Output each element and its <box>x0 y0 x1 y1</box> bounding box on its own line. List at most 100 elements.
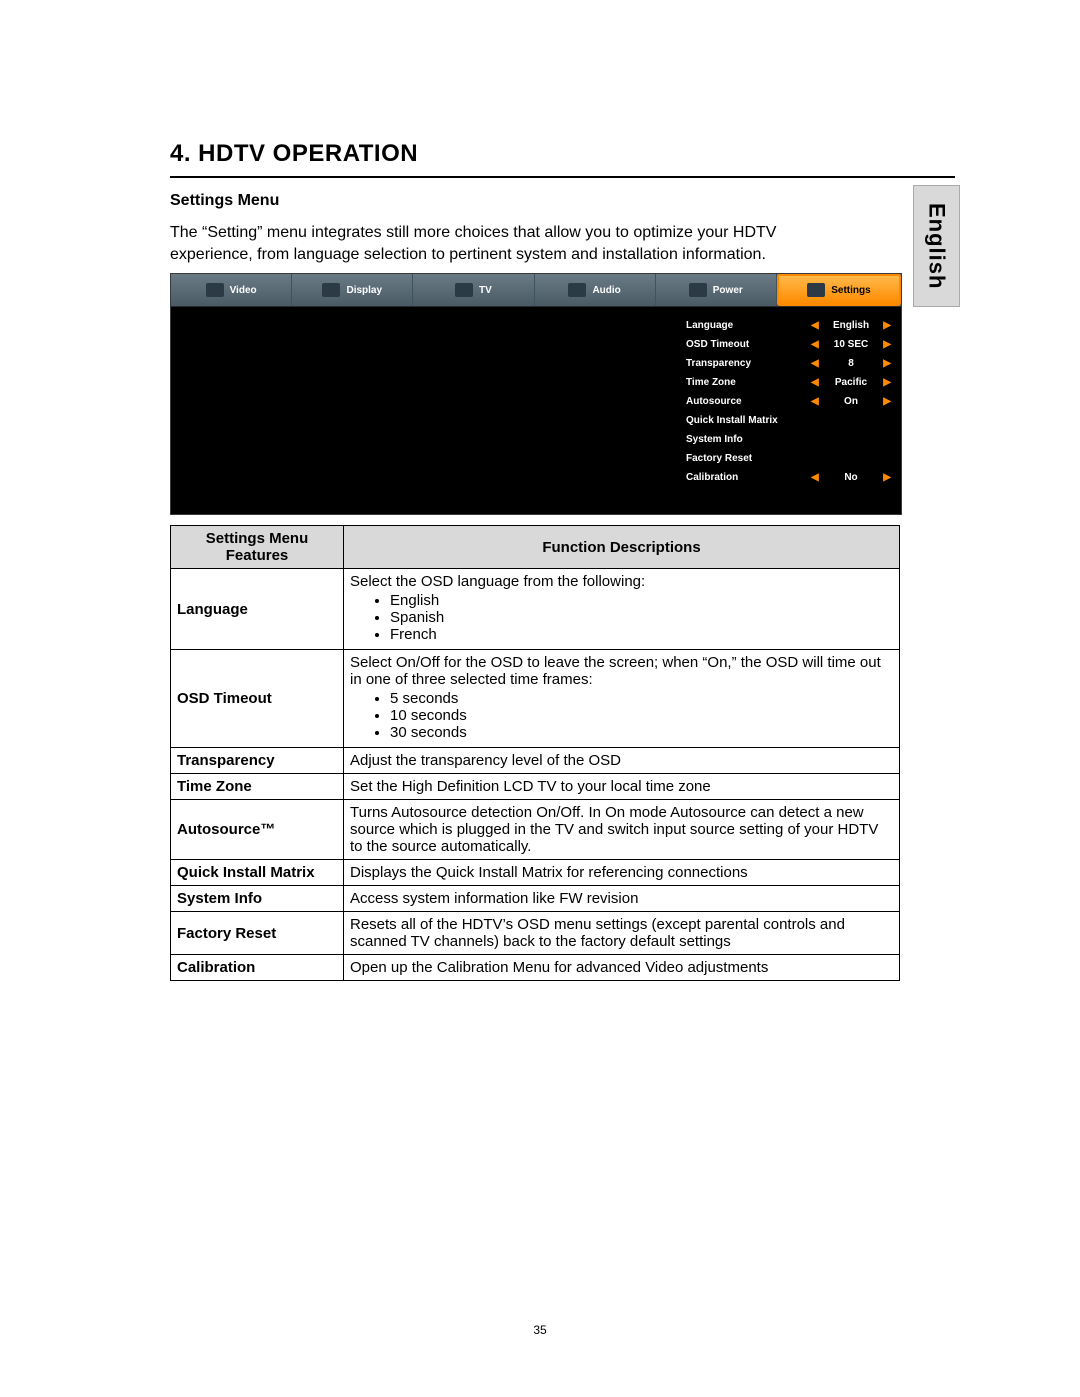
feature-desc-text: Select On/Off for the OSD to leave the s… <box>350 654 893 688</box>
display-icon <box>322 283 340 297</box>
list-item: French <box>390 626 893 643</box>
feature-desc: Turns Autosource detection On/Off. In On… <box>344 800 900 860</box>
osd-value-wrap: ◀ On ▶ <box>811 396 891 407</box>
feature-desc-text: Resets all of the HDTV’s OSD menu settin… <box>350 916 893 950</box>
osd-row-value: No <box>831 472 871 483</box>
table-row: Calibration Open up the Calibration Menu … <box>171 955 900 981</box>
osd-row[interactable]: Time Zone◀Pacific▶ <box>686 373 891 392</box>
osd-value-wrap: ◀ 8 ▶ <box>811 358 891 369</box>
table-row: Transparency Adjust the transparency leve… <box>171 748 900 774</box>
osd-tab-settings[interactable]: Settings <box>777 274 901 306</box>
table-head-feature: Settings Menu Features <box>171 526 344 569</box>
table-row: OSD TimeoutSelect On/Off for the OSD to … <box>171 650 900 748</box>
page-number: 35 <box>0 1323 1080 1337</box>
osd-tab-power[interactable]: Power <box>656 274 777 306</box>
feature-desc-text: Open up the Calibration Menu for advance… <box>350 959 893 976</box>
audio-icon <box>568 283 586 297</box>
arrow-right-icon[interactable]: ▶ <box>883 339 891 350</box>
osd-settings-list: Language◀English▶OSD Timeout◀10 SEC▶Tran… <box>686 316 891 487</box>
osd-row[interactable]: Language◀English▶ <box>686 316 891 335</box>
osd-row-label: Factory Reset <box>686 453 891 464</box>
osd-tab-video[interactable]: Video <box>171 274 292 306</box>
osd-tab-audio[interactable]: Audio <box>535 274 656 306</box>
osd-tab-label: Audio <box>592 285 620 296</box>
feature-desc: Displays the Quick Install Matrix for re… <box>344 860 900 886</box>
feature-desc: Set the High Definition LCD TV to your l… <box>344 774 900 800</box>
feature-name: Time Zone <box>171 774 344 800</box>
osd-row-label: Autosource <box>686 396 811 407</box>
feature-desc: Select the OSD language from the followi… <box>344 569 900 650</box>
osd-tab-label: Settings <box>831 285 870 296</box>
osd-tab-label: TV <box>479 285 492 296</box>
arrow-right-icon[interactable]: ▶ <box>883 472 891 483</box>
arrow-right-icon[interactable]: ▶ <box>883 396 891 407</box>
arrow-left-icon[interactable]: ◀ <box>811 396 819 407</box>
osd-row[interactable]: OSD Timeout◀ 10 SEC ▶ <box>686 335 891 354</box>
arrow-right-icon[interactable]: ▶ <box>883 377 891 388</box>
osd-row-value: English <box>831 320 871 331</box>
feature-name: Factory Reset <box>171 912 344 955</box>
feature-name: System Info <box>171 886 344 912</box>
arrow-right-icon[interactable]: ▶ <box>883 320 891 331</box>
osd-row-value: 10 SEC <box>831 339 871 350</box>
subheading: Settings Menu <box>170 192 955 210</box>
arrow-left-icon[interactable]: ◀ <box>811 339 819 350</box>
arrow-left-icon[interactable]: ◀ <box>811 358 819 369</box>
osd-value-wrap: ◀ English ▶ <box>811 320 891 331</box>
osd-row[interactable]: Calibration◀ No ▶ <box>686 468 891 487</box>
feature-name: Language <box>171 569 344 650</box>
list-item: 30 seconds <box>390 724 893 741</box>
osd-tab-tv[interactable]: TV <box>413 274 534 306</box>
osd-row-label: Transparency <box>686 358 811 369</box>
title-underline <box>170 176 955 178</box>
feature-name: Calibration <box>171 955 344 981</box>
arrow-left-icon[interactable]: ◀ <box>811 377 819 388</box>
feature-desc: Access system information like FW revisi… <box>344 886 900 912</box>
list-item: 10 seconds <box>390 707 893 724</box>
feature-desc-text: Turns Autosource detection On/Off. In On… <box>350 804 893 855</box>
arrow-left-icon[interactable]: ◀ <box>811 472 819 483</box>
osd-value-wrap: ◀ 10 SEC ▶ <box>811 339 891 350</box>
arrow-left-icon[interactable]: ◀ <box>811 320 819 331</box>
osd-value-wrap: ◀ No ▶ <box>811 472 891 483</box>
list-item: 5 seconds <box>390 690 893 707</box>
feature-desc: Select On/Off for the OSD to leave the s… <box>344 650 900 748</box>
osd-row-label: Time Zone <box>686 377 811 388</box>
table-row: Autosource™Turns Autosource detection On… <box>171 800 900 860</box>
feature-name: Autosource™ <box>171 800 344 860</box>
osd-row-label: OSD Timeout <box>686 339 811 350</box>
feature-desc: Resets all of the HDTV’s OSD menu settin… <box>344 912 900 955</box>
language-tab: English <box>913 185 960 307</box>
feature-desc-text: Set the High Definition LCD TV to your l… <box>350 778 893 795</box>
tv-icon <box>455 283 473 297</box>
list-item: English <box>390 592 893 609</box>
table-row: Time Zone Set the High Definition LCD TV … <box>171 774 900 800</box>
osd-row[interactable]: Autosource◀ On ▶ <box>686 392 891 411</box>
feature-bullets: 5 seconds10 seconds30 seconds <box>390 690 893 741</box>
features-table: Settings Menu Features Function Descript… <box>170 525 900 981</box>
osd-row-label: System Info <box>686 434 891 445</box>
feature-bullets: EnglishSpanishFrench <box>390 592 893 643</box>
table-row: Quick Install MatrixDisplays the Quick I… <box>171 860 900 886</box>
table-row: LanguageSelect the OSD language from the… <box>171 569 900 650</box>
osd-tab-bar: Video Display TV Audio Power Settings <box>171 274 901 307</box>
osd-row[interactable]: Transparency◀ 8 ▶ <box>686 354 891 373</box>
osd-row-label: Calibration <box>686 472 811 483</box>
osd-row-value: 8 <box>831 358 871 369</box>
feature-name: Transparency <box>171 748 344 774</box>
list-item: Spanish <box>390 609 893 626</box>
feature-desc: Open up the Calibration Menu for advance… <box>344 955 900 981</box>
osd-tab-display[interactable]: Display <box>292 274 413 306</box>
osd-row-value: On <box>831 396 871 407</box>
osd-tab-label: Display <box>346 285 382 296</box>
feature-desc: Adjust the transparency level of the OSD <box>344 748 900 774</box>
osd-row[interactable]: Quick Install Matrix <box>686 411 891 430</box>
feature-desc-text: Access system information like FW revisi… <box>350 890 893 907</box>
osd-tab-label: Power <box>713 285 743 296</box>
power-icon <box>689 283 707 297</box>
osd-row[interactable]: Factory Reset <box>686 449 891 468</box>
arrow-right-icon[interactable]: ▶ <box>883 358 891 369</box>
feature-desc-text: Adjust the transparency level of the OSD <box>350 752 893 769</box>
video-icon <box>206 283 224 297</box>
osd-row[interactable]: System Info <box>686 430 891 449</box>
